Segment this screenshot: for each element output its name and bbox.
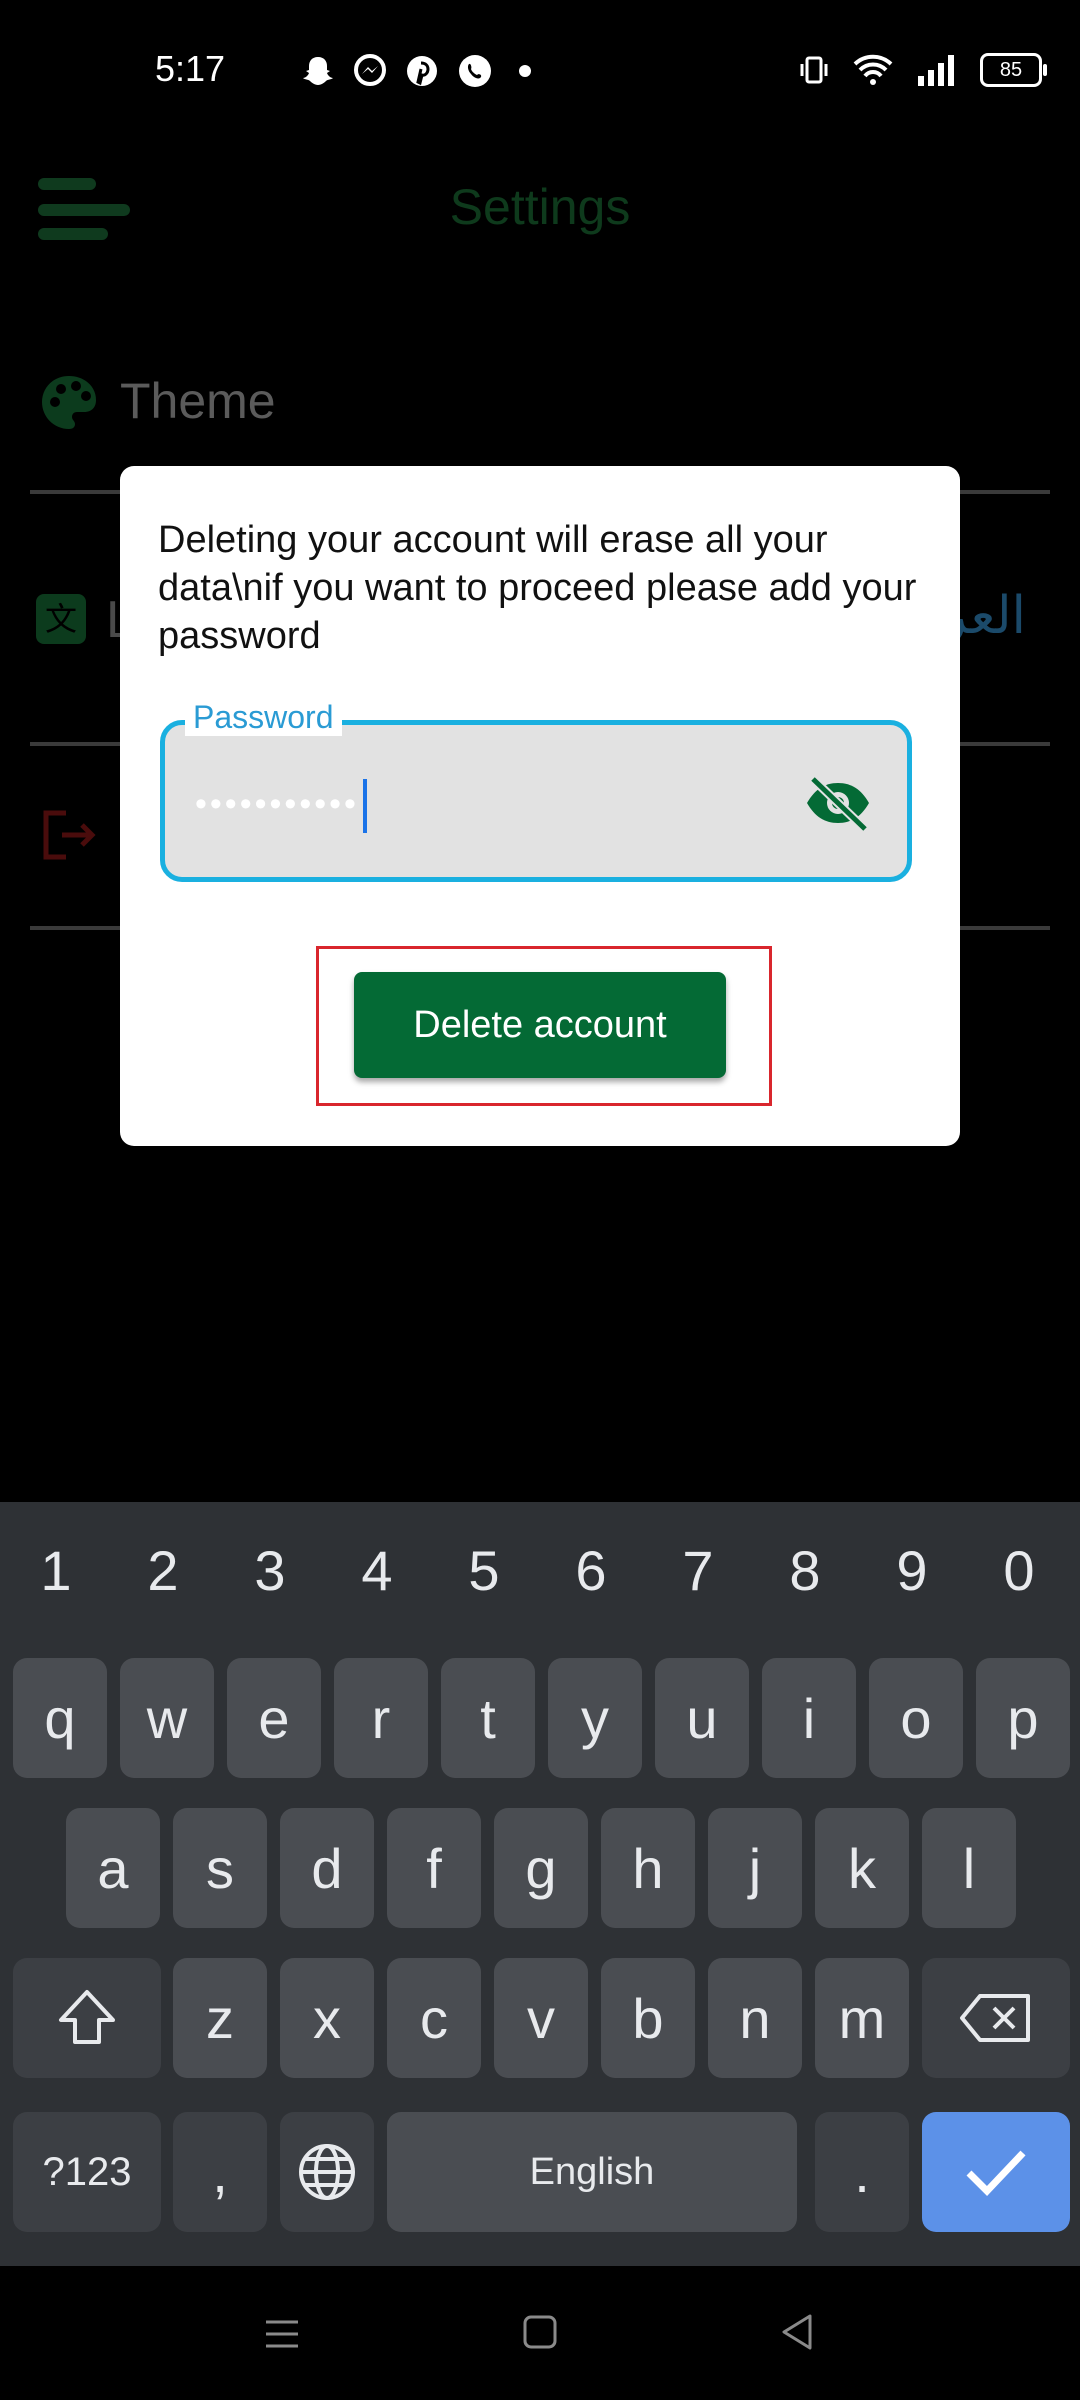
key-2[interactable]: 2 [133, 1538, 193, 1603]
key-t[interactable]: t [441, 1658, 535, 1778]
key-4[interactable]: 4 [347, 1538, 407, 1603]
shift-icon [59, 1990, 115, 2044]
key-i[interactable]: i [762, 1658, 856, 1778]
logout-icon[interactable] [38, 805, 98, 865]
key-r[interactable]: r [334, 1658, 428, 1778]
translate-icon: 文 [36, 594, 86, 644]
page-title: Settings [449, 179, 631, 235]
wifi-icon [853, 54, 893, 85]
backspace-key[interactable] [922, 1958, 1070, 2078]
key-j[interactable]: j [708, 1808, 802, 1928]
recents-icon[interactable] [262, 2314, 302, 2354]
key-u[interactable]: u [655, 1658, 749, 1778]
notification-icons [300, 52, 540, 90]
key-d[interactable]: d [280, 1808, 374, 1928]
key-x[interactable]: x [280, 1958, 374, 2078]
theme-label[interactable]: Theme [120, 372, 276, 430]
key-y[interactable]: y [548, 1658, 642, 1778]
password-field[interactable]: Password ••••••••••• [160, 699, 912, 882]
messenger-icon [354, 54, 386, 86]
battery-icon: 85 [980, 53, 1047, 87]
dot-icon [519, 65, 531, 77]
snapchat-icon [303, 57, 333, 85]
password-value: ••••••••••• [195, 784, 359, 823]
signal-icon [918, 55, 954, 86]
symbols-key[interactable]: ?123 [13, 2112, 161, 2232]
key-0[interactable]: 0 [989, 1538, 1049, 1603]
password-input[interactable]: ••••••••••• [195, 779, 367, 833]
key-b[interactable]: b [601, 1958, 695, 2078]
key-3[interactable]: 3 [240, 1538, 300, 1603]
key-z[interactable]: z [173, 1958, 267, 2078]
key-g[interactable]: g [494, 1808, 588, 1928]
dialog-message: Deleting your account will erase all you… [158, 519, 917, 657]
key-9[interactable]: 9 [882, 1538, 942, 1603]
period-key[interactable]: . [815, 2112, 909, 2232]
key-w[interactable]: w [120, 1658, 214, 1778]
key-5[interactable]: 5 [454, 1538, 514, 1603]
navigation-bar [0, 2266, 1080, 2400]
checkmark-icon [966, 2150, 1026, 2197]
eye-off-icon[interactable] [803, 773, 873, 833]
text-caret [362, 779, 367, 833]
key-v[interactable]: v [494, 1958, 588, 2078]
key-e[interactable]: e [227, 1658, 321, 1778]
palette-icon [42, 376, 96, 429]
key-6[interactable]: 6 [561, 1538, 621, 1603]
key-8[interactable]: 8 [775, 1538, 835, 1603]
key-c[interactable]: c [387, 1958, 481, 2078]
system-icons: 85 [798, 52, 1047, 88]
back-icon[interactable] [778, 2312, 818, 2352]
key-h[interactable]: h [601, 1808, 695, 1928]
status-time: 5:17 [155, 48, 226, 89]
vibrate-icon [800, 56, 828, 84]
key-n[interactable]: n [708, 1958, 802, 2078]
whatsapp-icon [459, 55, 491, 87]
home-icon[interactable] [520, 2312, 560, 2352]
comma-key[interactable]: , [173, 2112, 267, 2232]
status-bar: 5:17 85 [0, 0, 1080, 142]
key-1[interactable]: 1 [26, 1538, 86, 1603]
language-key[interactable] [280, 2112, 374, 2232]
backspace-icon [960, 1994, 1030, 2042]
keyboard: 1 2 3 4 5 6 7 8 9 0 q w e r t y u i o p … [0, 1502, 1080, 2266]
key-s[interactable]: s [173, 1808, 267, 1928]
shift-key[interactable] [13, 1958, 161, 2078]
key-a[interactable]: a [66, 1808, 160, 1928]
password-label: Password [185, 699, 342, 736]
key-o[interactable]: o [869, 1658, 963, 1778]
delete-account-button[interactable]: Delete account [354, 972, 726, 1078]
key-q[interactable]: q [13, 1658, 107, 1778]
key-7[interactable]: 7 [668, 1538, 728, 1603]
key-k[interactable]: k [815, 1808, 909, 1928]
key-l[interactable]: l [922, 1808, 1016, 1928]
number-row: 1 2 3 4 5 6 7 8 9 0 [0, 1538, 1080, 1608]
key-p[interactable]: p [976, 1658, 1070, 1778]
pinterest-icon [407, 56, 437, 86]
globe-icon [299, 2144, 355, 2200]
enter-key[interactable] [922, 2112, 1070, 2232]
space-bar[interactable]: English [387, 2112, 797, 2232]
key-m[interactable]: m [815, 1958, 909, 2078]
key-f[interactable]: f [387, 1808, 481, 1928]
